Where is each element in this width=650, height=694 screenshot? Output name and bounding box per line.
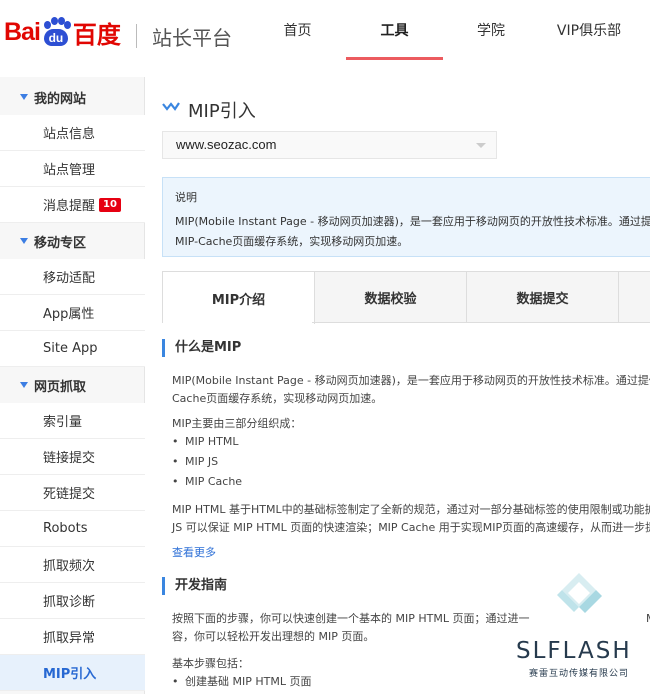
note-line: MIP-Cache页面缓存系统，实现移动网页加速。: [175, 235, 409, 248]
logo-text-bai: Bai: [4, 17, 41, 46]
section-heading-what-is-mip: 什么是MIP: [162, 339, 241, 357]
paragraph-line: MIP主要由三部分组织成：: [172, 417, 302, 430]
list-item: 创建基础 MIP HTML 页面: [172, 673, 311, 691]
paragraph-line: MIP HTML 基于HTML中的基础标签制定了全新的规范，通过对一部分基础标签…: [172, 503, 650, 516]
sidebar-item-label: 消息提醒: [43, 199, 96, 214]
sidebar-group-my-sites[interactable]: 我的网站: [0, 79, 145, 115]
sidebar-item-label: App属性: [43, 307, 95, 322]
sidebar-item-mobile-adapt[interactable]: 移动适配: [0, 259, 145, 295]
main-content: MIP引入 www.seozac.com 说明 MIP(Mobile Insta…: [146, 77, 650, 694]
sidebar-item-messages[interactable]: 消息提醒 10: [0, 187, 145, 223]
top-header: Bai du 百度 站长平台 首页 工具 学院 VIP俱乐部: [0, 0, 650, 60]
paw-icon: du: [41, 17, 71, 47]
sidebar-item-label: Robots: [43, 521, 88, 536]
nav-home[interactable]: 首页: [265, 0, 330, 60]
sidebar-item-label: 链接提交: [43, 451, 96, 466]
tab-mip-intro[interactable]: MIP介绍: [163, 272, 315, 324]
page-title: MIP引入: [188, 101, 256, 122]
list-item: MIP HTML: [172, 433, 238, 451]
sidebar-item-deadlink[interactable]: 死链提交: [0, 475, 145, 511]
site-title[interactable]: 站长平台: [152, 22, 232, 51]
chevron-down-icon: [476, 143, 486, 148]
paragraph-line: 容，你可以轻松开发出理想的 MIP 页面。: [172, 630, 375, 643]
sidebar-item-label: 移动适配: [43, 271, 96, 286]
sidebar-group-label: 我的网站: [34, 91, 87, 107]
sidebar-item-site-app[interactable]: Site App: [0, 331, 145, 367]
sidebar-item-crawl-errors[interactable]: 抓取异常: [0, 619, 145, 655]
paragraph-line: MIP(Mobile Instant Page - 移动网页加速器)，是一套应用…: [172, 374, 650, 387]
sidebar-item-index[interactable]: 索引量: [0, 403, 145, 439]
nav-vip-club[interactable]: VIP俱乐部: [545, 0, 633, 60]
sidebar-item-mip[interactable]: MIP引入: [0, 655, 145, 691]
sidebar-group-crawl[interactable]: 网页抓取: [0, 367, 145, 403]
list-item: MIP Cache: [172, 473, 242, 491]
site-select[interactable]: www.seozac.com: [162, 131, 497, 159]
info-note: 说明 MIP(Mobile Instant Page - 移动网页加速器)，是一…: [162, 177, 650, 257]
sidebar-item-label: 站点管理: [43, 163, 96, 178]
sidebar-item-label: 索引量: [43, 415, 83, 430]
baidu-logo[interactable]: Bai du 百度: [4, 12, 121, 52]
logo-text-cn: 百度: [72, 20, 121, 49]
sidebar-item-label: Site App: [43, 341, 98, 356]
tab-data-validate[interactable]: 数据校验: [315, 272, 467, 323]
caret-down-icon: [20, 382, 28, 388]
note-label: 说明: [175, 191, 197, 204]
sidebar-item-crawl-diag[interactable]: 抓取诊断: [0, 583, 145, 619]
sidebar-item-site-info[interactable]: 站点信息: [0, 115, 145, 151]
sidebar-item-crawl-freq[interactable]: 抓取频次: [0, 547, 145, 583]
see-more-link[interactable]: 查看更多: [172, 544, 216, 560]
sidebar-item-label: MIP引入: [43, 667, 97, 682]
sidebar-item-robots[interactable]: Robots: [0, 511, 145, 547]
sidebar: 我的网站 站点信息 站点管理 消息提醒 10 移动专区 移动适配 App属性 S…: [0, 77, 145, 694]
sidebar-item-label: 抓取异常: [43, 631, 96, 646]
paragraph-line: JS 可以保证 MIP HTML 页面的快速渲染；MIP Cache 用于实现M…: [172, 521, 650, 534]
sidebar-item-link-submit[interactable]: 链接提交: [0, 439, 145, 475]
caret-down-icon: [20, 238, 28, 244]
paragraph-line: Cache页面缓存系统，实现移动网页加速。: [172, 392, 383, 405]
paragraph-line: 按照下面的步骤，你可以快速创建一个基本的 MIP HTML 页面；通过进一: [172, 612, 530, 625]
tab-divider: [312, 322, 650, 323]
message-count-badge: 10: [99, 197, 121, 212]
sidebar-item-label: 站点信息: [43, 127, 96, 142]
sidebar-item-label: 死链提交: [43, 487, 96, 502]
site-select-value: www.seozac.com: [176, 137, 277, 152]
logo-paw-text: du: [43, 29, 68, 46]
caret-down-icon: [20, 94, 28, 100]
tab-data-submit[interactable]: 数据提交: [467, 272, 619, 323]
nav-academy[interactable]: 学院: [460, 0, 522, 60]
list-item: MIP JS: [172, 453, 218, 471]
nav-tools[interactable]: 工具: [346, 0, 443, 60]
sidebar-group-mobile[interactable]: 移动专区: [0, 223, 145, 259]
paragraph-line-tail: M: [646, 610, 650, 628]
sidebar-item-label: 抓取诊断: [43, 595, 96, 610]
paragraph-line: 基本步骤包括：: [172, 657, 249, 670]
chevron-title-icon: [162, 102, 180, 111]
sidebar-item-label: 抓取频次: [43, 559, 96, 574]
logo-divider: [136, 24, 137, 48]
sidebar-item-app-props[interactable]: App属性: [0, 295, 145, 331]
tab-bar: MIP介绍 数据校验 数据提交: [162, 271, 650, 324]
sidebar-item-site-manage[interactable]: 站点管理: [0, 151, 145, 187]
section-heading-dev-guide: 开发指南: [162, 577, 227, 595]
sidebar-group-label: 移动专区: [34, 235, 87, 251]
note-line: MIP(Mobile Instant Page - 移动网页加速器)，是一套应用…: [175, 215, 650, 228]
sidebar-group-label: 网页抓取: [34, 379, 87, 395]
